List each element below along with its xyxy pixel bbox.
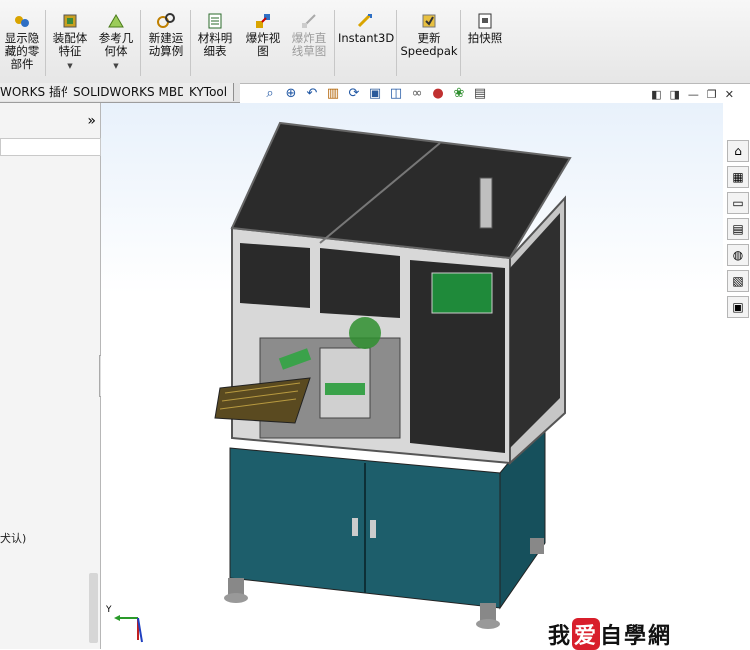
ribbon-separator <box>190 10 191 76</box>
panel-header: » <box>0 103 100 140</box>
feature-manager-panel: » 犬认) <box>0 103 101 649</box>
custom-properties-icon[interactable]: ▧ <box>727 270 749 292</box>
section-view-icon[interactable]: ▥ <box>325 86 341 102</box>
coordinate-triad: Y <box>105 605 143 643</box>
home-icon[interactable]: ⌂ <box>727 140 749 162</box>
dynamic-annotation-icon[interactable]: ⟳ <box>346 86 362 102</box>
update-speedpak-button[interactable]: 更新 Speedpak <box>400 12 458 58</box>
previous-view-icon[interactable]: ↶ <box>304 86 320 102</box>
tab-solidworks-mbd[interactable]: SOLIDWORKS MBD <box>67 83 194 101</box>
ribbon-separator <box>45 10 46 76</box>
bill-of-materials-button[interactable]: 材料明 细表 <box>195 12 235 58</box>
apply-scene-icon[interactable]: ❀ <box>451 86 467 102</box>
button-label: Instant3D <box>338 31 395 45</box>
forum-icon[interactable]: ▣ <box>727 296 749 318</box>
ribbon-separator <box>396 10 397 76</box>
signal-tower <box>479 177 493 229</box>
command-manager-tabs: WORKS 插件 SOLIDWORKS MBD KYTool <box>0 83 240 103</box>
button-label: 爆炸视 图 <box>245 31 281 58</box>
watermark-text: 自學網 <box>600 624 673 649</box>
door-handle-right <box>370 520 376 538</box>
y-axis-label: Y <box>105 605 112 615</box>
restore-icon[interactable]: ❐ <box>707 88 717 101</box>
instant3d-button[interactable]: Instant3D <box>338 12 395 45</box>
ribbon-separator <box>334 10 335 76</box>
button-label: 更新 Speedpak <box>400 31 458 58</box>
watermark-text: 我 <box>548 624 573 649</box>
zoom-to-fit-icon[interactable]: ⌕ <box>262 86 278 102</box>
display-style-icon[interactable]: ◫ <box>388 86 404 102</box>
collapse-panel-icon[interactable]: » <box>87 113 96 129</box>
door-handle-left <box>352 518 358 536</box>
watermark-logo: 我爱自學網 <box>548 618 672 650</box>
reference-geometry-icon <box>108 14 124 28</box>
truncated-tree-text: 犬认) <box>0 532 27 545</box>
machine-model[interactable] <box>200 118 580 638</box>
edit-appearance-icon[interactable]: ● <box>430 86 446 102</box>
minimize-icon[interactable]: — <box>688 88 699 101</box>
watermark-heart: 爱 <box>572 618 601 650</box>
resources-icon[interactable]: ▦ <box>727 166 749 188</box>
button-label: 参考几 何体 <box>98 31 134 58</box>
exploded-view-icon <box>256 14 270 28</box>
motion-study-icon <box>157 13 175 28</box>
view-settings-icon[interactable]: ▤ <box>472 86 488 102</box>
tile-left-icon[interactable]: ◧ <box>651 88 661 101</box>
reference-geometry-button[interactable]: 参考几 何体 ▼ <box>96 12 136 73</box>
tile-right-icon[interactable]: ◨ <box>670 88 680 101</box>
assembly-feature-icon <box>63 14 77 28</box>
green-sensor <box>349 317 381 349</box>
ribbon-separator <box>460 10 461 76</box>
tab-kytool[interactable]: KYTool <box>183 83 235 101</box>
button-label: 爆炸直 线草图 <box>291 31 327 58</box>
zoom-area-icon[interactable]: ⊕ <box>283 86 299 102</box>
hmi-screen <box>431 272 493 314</box>
ribbon-separator <box>140 10 141 76</box>
exploded-view-button[interactable]: 爆炸视 图 <box>243 12 283 58</box>
explode-line-sketch-button[interactable]: 爆炸直 线草图 <box>288 12 330 58</box>
hide-show-items-icon[interactable]: ∞ <box>409 86 425 102</box>
appearances-icon[interactable]: ◍ <box>727 244 749 266</box>
dropdown-arrow-icon[interactable]: ▼ <box>50 60 90 73</box>
panel-scrollbar[interactable] <box>89 573 98 643</box>
bill-of-materials-icon <box>208 13 222 29</box>
close-icon[interactable]: ✕ <box>725 88 734 101</box>
dropdown-arrow-icon[interactable]: ▼ <box>96 60 136 73</box>
new-motion-study-button[interactable]: 新建运 动算例 <box>145 12 187 58</box>
task-pane: ⌂ ▦ ▭ ▤ ◍ ▧ ▣ <box>727 140 750 320</box>
view-palette-icon[interactable]: ▤ <box>727 218 749 240</box>
window-controls: ◧ ◨ — ❐ ✕ <box>651 88 734 101</box>
view-orientation-icon[interactable]: ▣ <box>367 86 383 102</box>
assembly-features-button[interactable]: 装配体 特征 ▼ <box>50 12 90 73</box>
take-snapshot-button[interactable]: 拍快照 <box>465 12 505 45</box>
file-explorer-icon[interactable]: ▭ <box>727 192 749 214</box>
button-label: 新建运 动算例 <box>148 31 184 58</box>
instant3d-icon <box>357 13 372 28</box>
explode-line-sketch-icon <box>302 14 316 28</box>
command-manager-ribbon: 显示隐 藏的零 部件 装配体 特征 ▼ 参考几 何体 ▼ 新建运 动算例 材料明… <box>0 0 750 84</box>
button-label: 材料明 细表 <box>197 31 233 58</box>
button-label: 拍快照 <box>467 31 503 45</box>
filter-field[interactable] <box>0 138 101 156</box>
show-hidden-components-button[interactable]: 显示隐 藏的零 部件 <box>2 12 42 71</box>
show-hidden-icon <box>15 16 29 27</box>
speedpak-icon <box>422 14 436 28</box>
snapshot-icon <box>478 13 492 29</box>
button-label: 显示隐 藏的零 部件 <box>4 31 40 71</box>
button-label: 装配体 特征 <box>52 31 88 58</box>
